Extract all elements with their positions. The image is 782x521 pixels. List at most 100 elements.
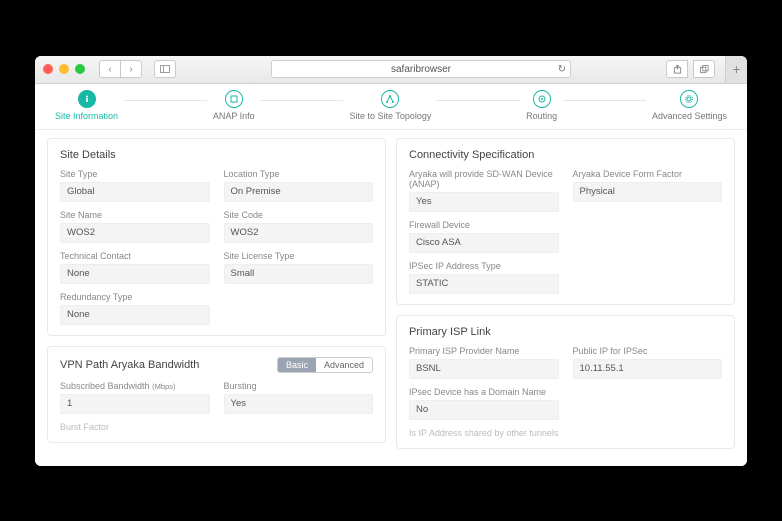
field-value[interactable]: Cisco ASA bbox=[409, 233, 559, 253]
panels: Site Details Site Type Global Location T… bbox=[35, 130, 747, 466]
field-label: Location Type bbox=[224, 169, 374, 179]
tabs-button[interactable] bbox=[693, 60, 715, 78]
info-icon bbox=[78, 90, 96, 108]
vpn-bandwidth-card: VPN Path Aryaka Bandwidth Basic Advanced… bbox=[47, 346, 386, 443]
field-site-license-type: Site License Type Small bbox=[224, 251, 374, 284]
field-label: Subscribed Bandwidth (Mbps) bbox=[60, 381, 210, 391]
wizard-stepper: Site Information ANAP Info Site to Site … bbox=[35, 84, 747, 130]
field-location-type: Location Type On Premise bbox=[224, 169, 374, 202]
field-label: IPsec Device has a Domain Name bbox=[409, 387, 559, 397]
field-value[interactable]: WOS2 bbox=[60, 223, 210, 243]
field-firewall: Firewall Device Cisco ASA bbox=[409, 220, 559, 253]
field-label: Site Code bbox=[224, 210, 374, 220]
connectivity-card: Connectivity Specification Aryaka will p… bbox=[396, 138, 735, 305]
field-label: Redundancy Type bbox=[60, 292, 210, 302]
field-label: Public IP for IPSec bbox=[573, 346, 723, 356]
toolbar-right bbox=[666, 60, 715, 78]
field-value[interactable]: None bbox=[60, 305, 210, 325]
field-technical-contact: Technical Contact None bbox=[60, 251, 210, 284]
field-value[interactable]: Small bbox=[224, 264, 374, 284]
forward-button[interactable]: › bbox=[120, 60, 142, 78]
field-label: Bursting bbox=[224, 381, 374, 391]
seg-advanced[interactable]: Advanced bbox=[316, 358, 372, 372]
field-value[interactable]: On Premise bbox=[224, 182, 374, 202]
address-text: safaribrowser bbox=[391, 64, 451, 75]
field-isp-provider: Primary ISP Provider Name BSNL bbox=[409, 346, 559, 379]
card-title: Site Details bbox=[60, 149, 373, 161]
minimize-window-button[interactable] bbox=[59, 64, 69, 74]
bandwidth-mode-toggle[interactable]: Basic Advanced bbox=[277, 357, 373, 373]
primary-isp-card: Primary ISP Link Primary ISP Provider Na… bbox=[396, 315, 735, 449]
step-routing[interactable]: Routing bbox=[520, 90, 563, 121]
topology-icon bbox=[381, 90, 399, 108]
step-label: ANAP Info bbox=[213, 111, 255, 121]
field-label: Firewall Device bbox=[409, 220, 559, 230]
field-value[interactable]: STATIC bbox=[409, 274, 559, 294]
routing-icon bbox=[533, 90, 551, 108]
field-value[interactable]: No bbox=[409, 400, 559, 420]
field-form-factor: Aryaka Device Form Factor Physical bbox=[573, 169, 723, 212]
field-bursting: Bursting Yes bbox=[224, 381, 374, 414]
field-ipsec-domain: IPsec Device has a Domain Name No bbox=[409, 387, 559, 420]
field-label: IPSec IP Address Type bbox=[409, 261, 559, 271]
close-window-button[interactable] bbox=[43, 64, 53, 74]
step-label: Advanced Settings bbox=[652, 111, 727, 121]
reload-icon[interactable]: ↻ bbox=[558, 64, 566, 75]
field-value[interactable]: BSNL bbox=[409, 359, 559, 379]
step-site-information[interactable]: Site Information bbox=[49, 90, 124, 121]
field-value[interactable]: Yes bbox=[409, 192, 559, 212]
address-bar-wrap: safaribrowser ↻ bbox=[182, 60, 660, 78]
card-title-text: VPN Path Aryaka Bandwidth bbox=[60, 359, 199, 371]
field-value[interactable]: Yes bbox=[224, 394, 374, 414]
field-label: Technical Contact bbox=[60, 251, 210, 261]
field-anap-provide: Aryaka will provide SD-WAN Device (ANAP)… bbox=[409, 169, 559, 212]
window-controls bbox=[43, 64, 85, 74]
step-advanced-settings[interactable]: Advanced Settings bbox=[646, 90, 733, 121]
site-details-card: Site Details Site Type Global Location T… bbox=[47, 138, 386, 336]
field-ipsec-address-type: IPSec IP Address Type STATIC bbox=[409, 261, 559, 294]
field-value[interactable]: Global bbox=[60, 182, 210, 202]
right-column: Connectivity Specification Aryaka will p… bbox=[396, 138, 735, 458]
field-burst-factor-label: Burst Factor bbox=[60, 422, 373, 432]
browser-window: ‹ › safaribrowser ↻ + bbox=[35, 56, 747, 466]
field-value[interactable]: 10.11.55.1 bbox=[573, 359, 723, 379]
device-icon bbox=[225, 90, 243, 108]
field-public-ip: Public IP for IPSec 10.11.55.1 bbox=[573, 346, 723, 379]
field-value[interactable]: None bbox=[60, 264, 210, 284]
nav-buttons: ‹ › bbox=[99, 60, 142, 78]
field-value[interactable]: WOS2 bbox=[224, 223, 374, 243]
field-label: Site License Type bbox=[224, 251, 374, 261]
address-bar[interactable]: safaribrowser ↻ bbox=[271, 60, 571, 78]
field-value[interactable]: 1 bbox=[60, 394, 210, 414]
back-button[interactable]: ‹ bbox=[99, 60, 121, 78]
field-value[interactable]: Physical bbox=[573, 182, 723, 202]
page-content: Site Information ANAP Info Site to Site … bbox=[35, 84, 747, 466]
step-label: Site Information bbox=[55, 111, 118, 121]
field-label: Primary ISP Provider Name bbox=[409, 346, 559, 356]
step-anap-info[interactable]: ANAP Info bbox=[207, 90, 261, 121]
card-title: VPN Path Aryaka Bandwidth Basic Advanced bbox=[60, 357, 373, 373]
titlebar: ‹ › safaribrowser ↻ + bbox=[35, 56, 747, 84]
field-site-name: Site Name WOS2 bbox=[60, 210, 210, 243]
step-site-to-site[interactable]: Site to Site Topology bbox=[343, 90, 437, 121]
field-label: Aryaka will provide SD-WAN Device (ANAP) bbox=[409, 169, 559, 189]
gear-icon bbox=[680, 90, 698, 108]
card-title: Connectivity Specification bbox=[409, 149, 722, 161]
field-site-type: Site Type Global bbox=[60, 169, 210, 202]
field-label: Site Type bbox=[60, 169, 210, 179]
step-label: Routing bbox=[526, 111, 557, 121]
share-button[interactable] bbox=[666, 60, 688, 78]
maximize-window-button[interactable] bbox=[75, 64, 85, 74]
left-column: Site Details Site Type Global Location T… bbox=[47, 138, 386, 458]
field-label: Aryaka Device Form Factor bbox=[573, 169, 723, 179]
card-title: Primary ISP Link bbox=[409, 326, 722, 338]
seg-basic[interactable]: Basic bbox=[278, 358, 316, 372]
sidebar-toggle-button[interactable] bbox=[154, 60, 176, 78]
step-label: Site to Site Topology bbox=[349, 111, 431, 121]
new-tab-button[interactable]: + bbox=[725, 56, 747, 84]
field-label: Site Name bbox=[60, 210, 210, 220]
field-ip-shared-label: Is IP Address shared by other tunnels bbox=[409, 428, 722, 438]
field-redundancy-type: Redundancy Type None bbox=[60, 292, 210, 325]
field-subscribed-bandwidth: Subscribed Bandwidth (Mbps) 1 bbox=[60, 381, 210, 414]
field-site-code: Site Code WOS2 bbox=[224, 210, 374, 243]
